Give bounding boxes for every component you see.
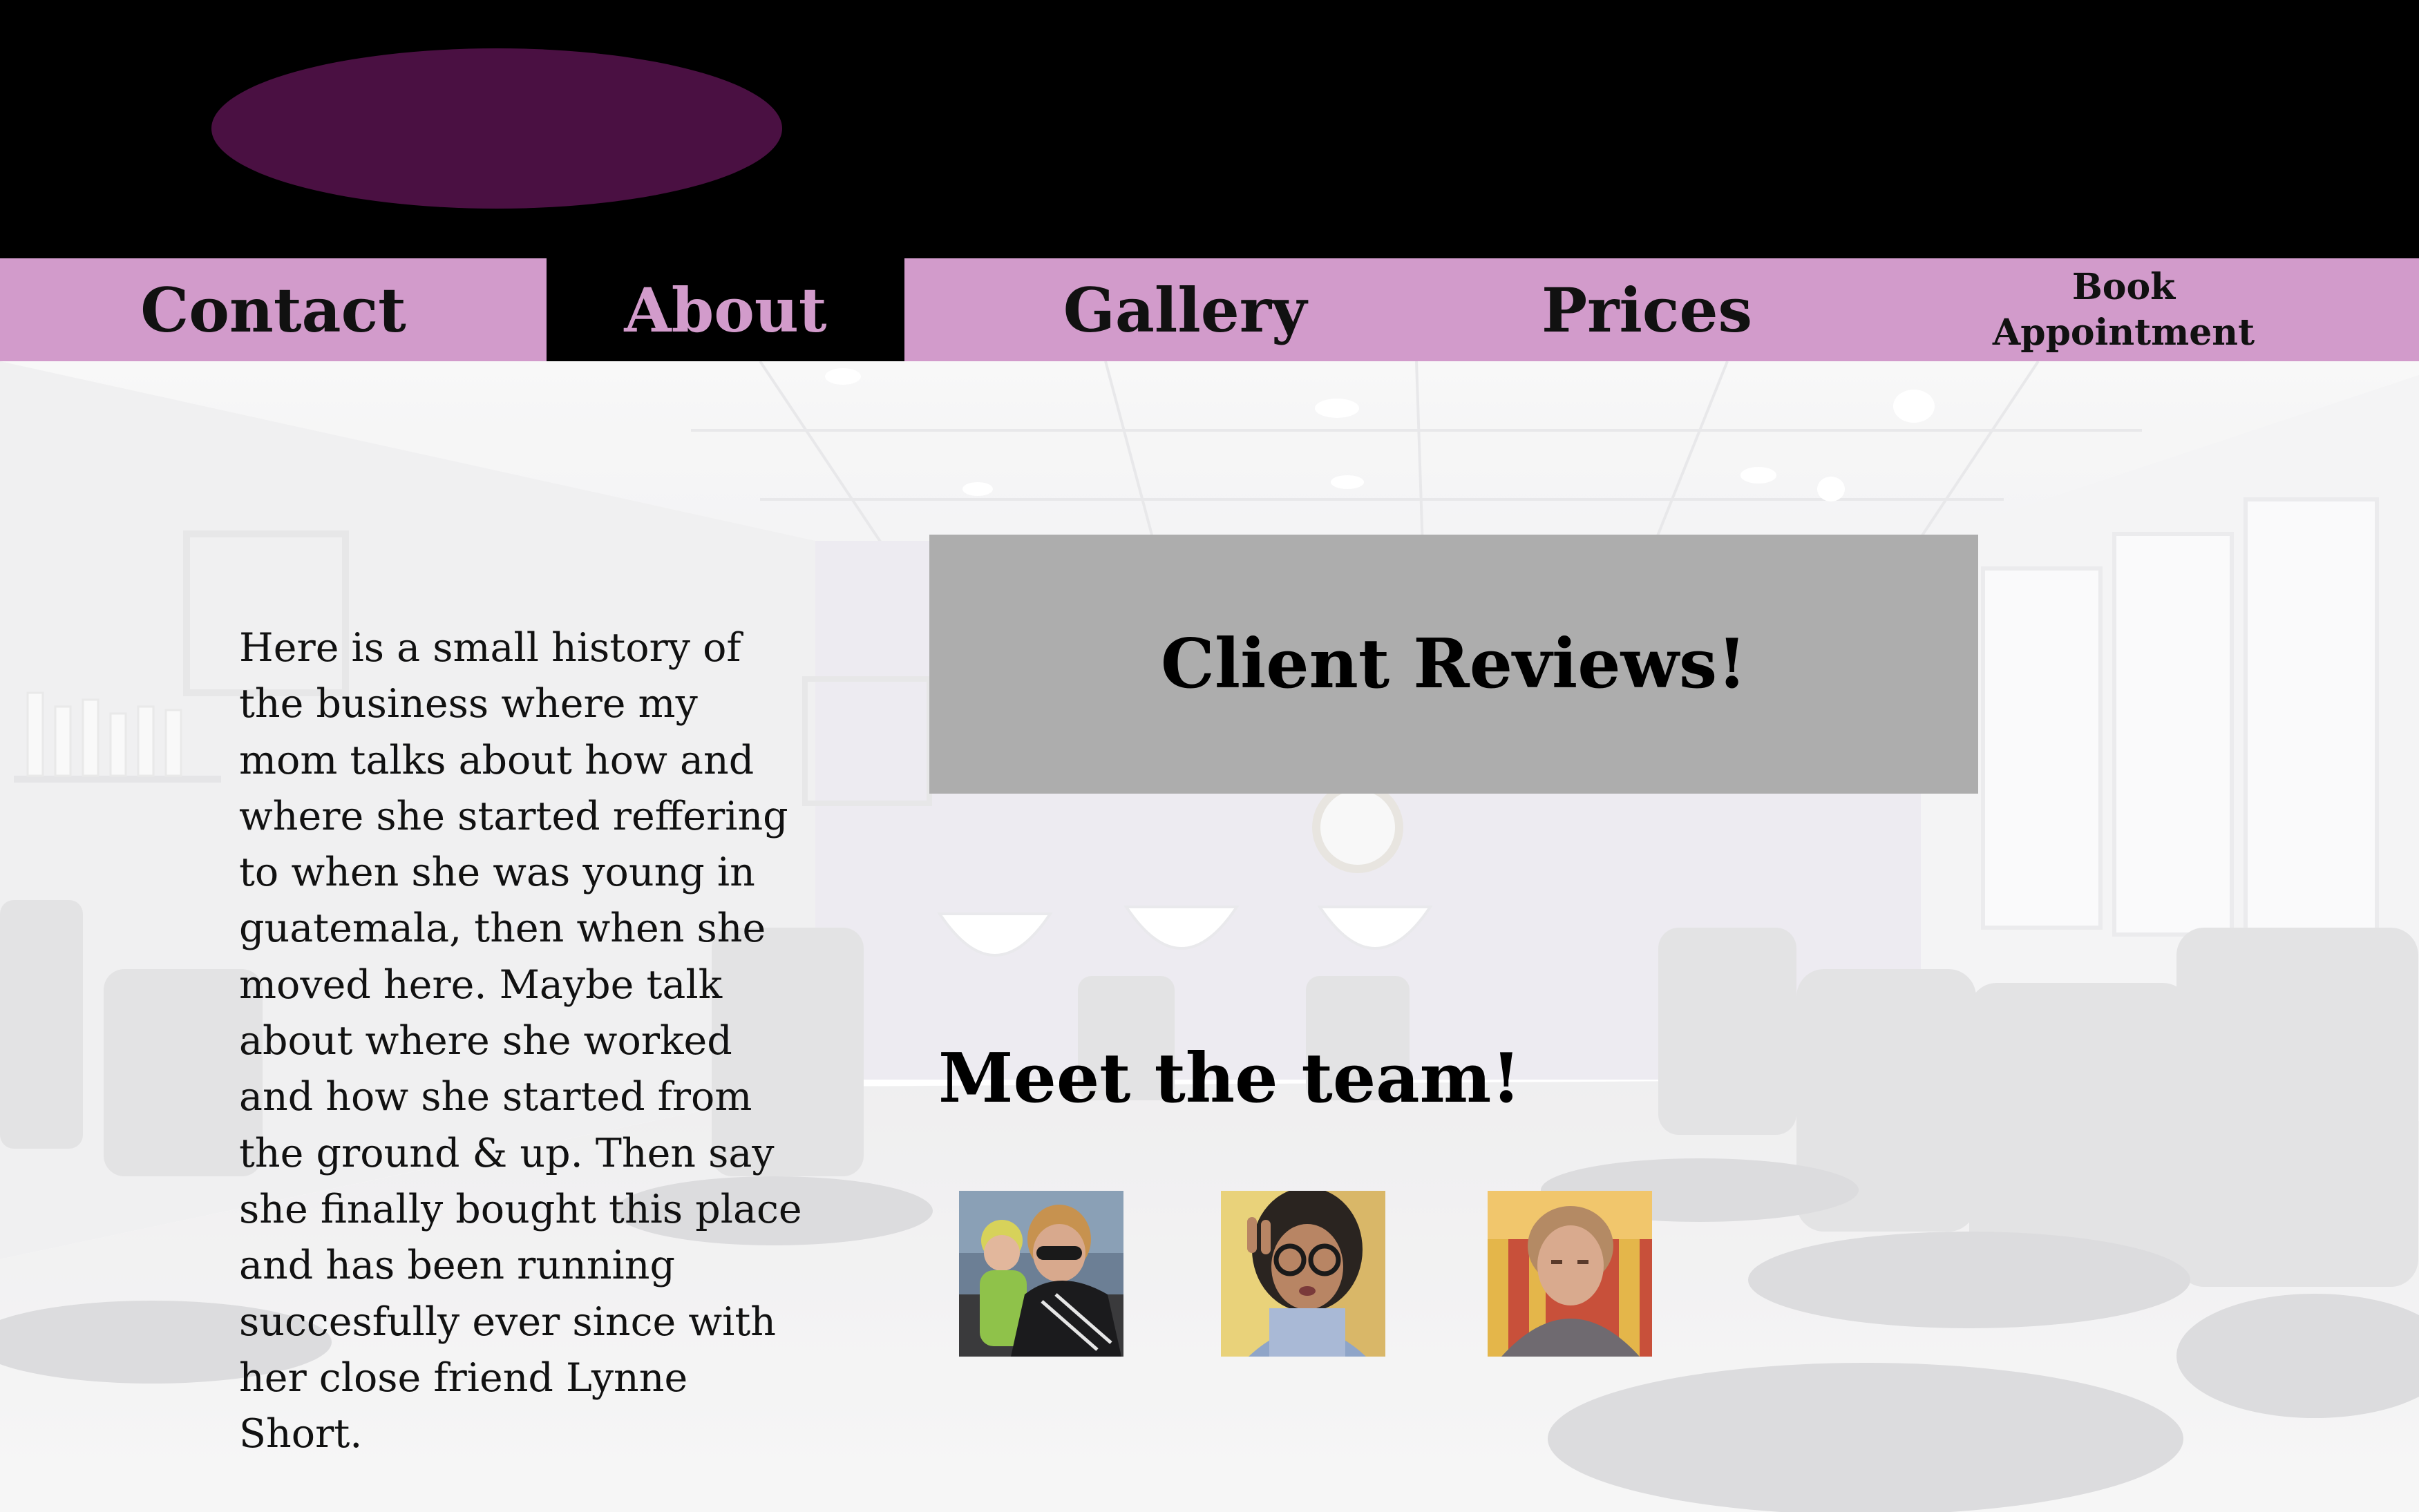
business-history-text: Here is a small history of the business …	[239, 625, 802, 1457]
client-reviews-box[interactable]: Client Reviews!	[929, 535, 1978, 794]
team-title: Meet the team!	[938, 1039, 1521, 1118]
page: Contact About Gallery Prices Book Appoin…	[0, 0, 2419, 1512]
nav-prices[interactable]: Prices	[1465, 258, 1828, 361]
client-reviews-title: Client Reviews!	[1160, 624, 1747, 704]
header	[0, 0, 2419, 258]
team-photo-1[interactable]	[959, 1191, 1123, 1357]
nav-bar: Contact About Gallery Prices Book Appoin…	[0, 258, 2419, 361]
nav-about[interactable]: About	[547, 258, 904, 361]
nav-contact[interactable]: Contact	[0, 258, 547, 361]
nav-book-appointment[interactable]: Book Appointment	[1828, 258, 2419, 361]
team-photo-2[interactable]	[1221, 1191, 1385, 1357]
team-photo-3[interactable]	[1488, 1191, 1652, 1357]
logo[interactable]	[211, 48, 782, 209]
nav-gallery[interactable]: Gallery	[904, 258, 1465, 361]
